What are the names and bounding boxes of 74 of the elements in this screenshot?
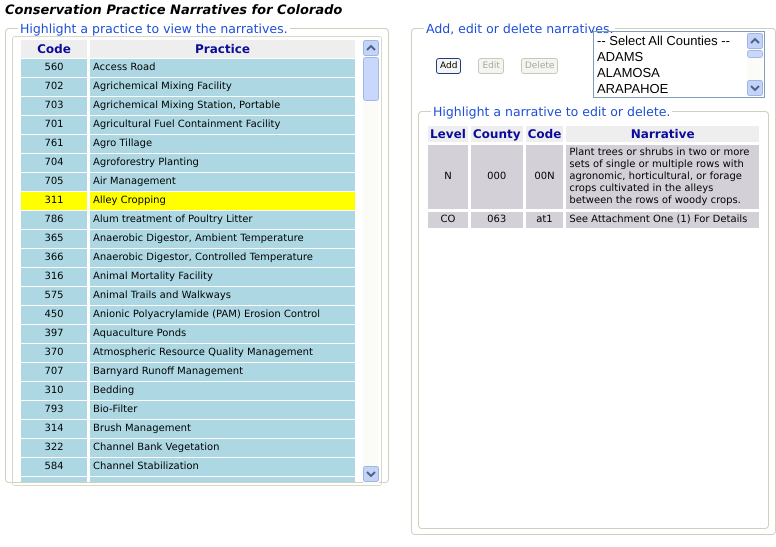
code-cell[interactable]: 316 [21,268,87,286]
code-cell[interactable]: 366 [21,249,87,267]
level-cell[interactable]: N [428,145,468,209]
practice-cell[interactable]: Agrichemical Mixing Facility [90,78,355,96]
practice-cell[interactable]: Alum treatment of Poultry Litter [90,211,355,229]
panel-legend: Highlight a practice to view the narratives. [18,21,290,36]
code-cell[interactable]: 707 [21,363,87,381]
code-cell[interactable]: 365 [21,230,87,248]
practice-cell[interactable]: Agrichemical Mixing Station, Portable [90,97,355,115]
county-option[interactable]: -- Select All Counties -- [595,33,745,49]
column-header: Code [526,126,564,142]
code-cell[interactable]: 575 [21,287,87,305]
practice-cell[interactable]: Air Management [90,173,355,191]
practice-cell[interactable]: Bedding [90,382,355,400]
code-cell[interactable]: 701 [21,116,87,134]
practice-cell[interactable]: Barnyard Runoff Management [90,363,355,381]
scroll-down-icon[interactable] [363,466,379,482]
practice-cell[interactable]: Channel Stabilization [90,458,355,476]
county-cell[interactable]: 063 [470,212,523,228]
practice-cell[interactable]: Access Road [90,59,355,77]
practice-cell[interactable]: Anionic Polyacrylamide (PAM) Erosion Control [90,306,355,324]
scroll-thumb[interactable] [747,50,763,58]
practice-cell[interactable]: Agro Tillage [90,135,355,153]
scroll-down-icon[interactable] [747,80,763,96]
column-header: Practice [90,40,355,58]
code-cell[interactable]: 560 [21,59,87,77]
practice-cell[interactable]: Agroforestry Planting [90,154,355,172]
practice-cell[interactable]: Aquaculture Ponds [90,325,355,343]
panel-legend: Highlight a narrative to edit or delete. [431,104,672,119]
county-listbox[interactable]: -- Select All Counties -- ADAMS ALAMOSA ARAPAHOE [593,31,765,98]
practice-cell[interactable]: Agricultural Fuel Containment Facility [90,116,355,134]
code-cell[interactable]: 450 [21,306,87,324]
practice-cell[interactable]: Atmospheric Resource Quality Management [90,344,355,362]
code-cell[interactable]: 322 [21,439,87,457]
code-cell[interactable]: 793 [21,401,87,419]
code-cell[interactable]: 314 [21,420,87,438]
narrative-cell[interactable]: See Attachment One (1) For Details [566,212,759,228]
page-title: Conservation Practice Narratives for Colorado [4,2,344,20]
column-header: Narrative [566,126,759,142]
practice-cell[interactable]: Anaerobic Digestor, Controlled Temperature [90,249,355,267]
county-option[interactable]: ADAMS [595,49,745,65]
action-button[interactable]: Add [436,58,462,74]
code-cell[interactable]: 584 [21,458,87,476]
scrollbar[interactable] [363,40,379,485]
practice-cell[interactable]: Animal Trails and Walkways [90,287,355,305]
scroll-up-icon[interactable] [363,40,379,56]
level-cell[interactable]: CO [428,212,468,228]
scroll-thumb[interactable] [363,57,379,101]
column-header: Level [428,126,468,142]
practice-cell[interactable]: Brush Management [90,420,355,438]
code-cell[interactable]: 311 [21,192,87,210]
scroll-up-icon[interactable] [747,33,763,49]
code-cell[interactable]: at1 [526,212,564,228]
practice-cell[interactable]: Anaerobic Digestor, Ambient Temperature [90,230,355,248]
county-option[interactable]: ALAMOSA [595,65,745,81]
code-cell[interactable]: 702 [21,78,87,96]
county-cell[interactable]: 000 [470,145,523,209]
practice-cell[interactable]: Bio-Filter [90,401,355,419]
column-header: County [470,126,523,142]
code-cell[interactable]: 310 [21,382,87,400]
code-cell[interactable]: 704 [21,154,87,172]
county-option[interactable]: ARAPAHOE [595,81,745,96]
code-cell[interactable]: 761 [21,135,87,153]
practice-cell[interactable]: Alley Cropping [90,192,355,210]
code-cell[interactable]: 705 [21,173,87,191]
practice-cell[interactable]: Channel Bank Vegetation [90,439,355,457]
code-cell[interactable]: 397 [21,325,87,343]
column-header: Code [21,40,87,58]
practice-cell[interactable]: Animal Mortality Facility [90,268,355,286]
code-cell[interactable]: 00N [526,145,564,209]
code-cell[interactable]: 703 [21,97,87,115]
code-cell[interactable]: 786 [21,211,87,229]
narrative-cell[interactable]: Plant trees or shrubs in two or more sets of single or multiple rows with agronomic, horticultural, or forage crops cultivated in the alleys between the rows of woody crops. [566,145,759,209]
code-cell[interactable]: 370 [21,344,87,362]
